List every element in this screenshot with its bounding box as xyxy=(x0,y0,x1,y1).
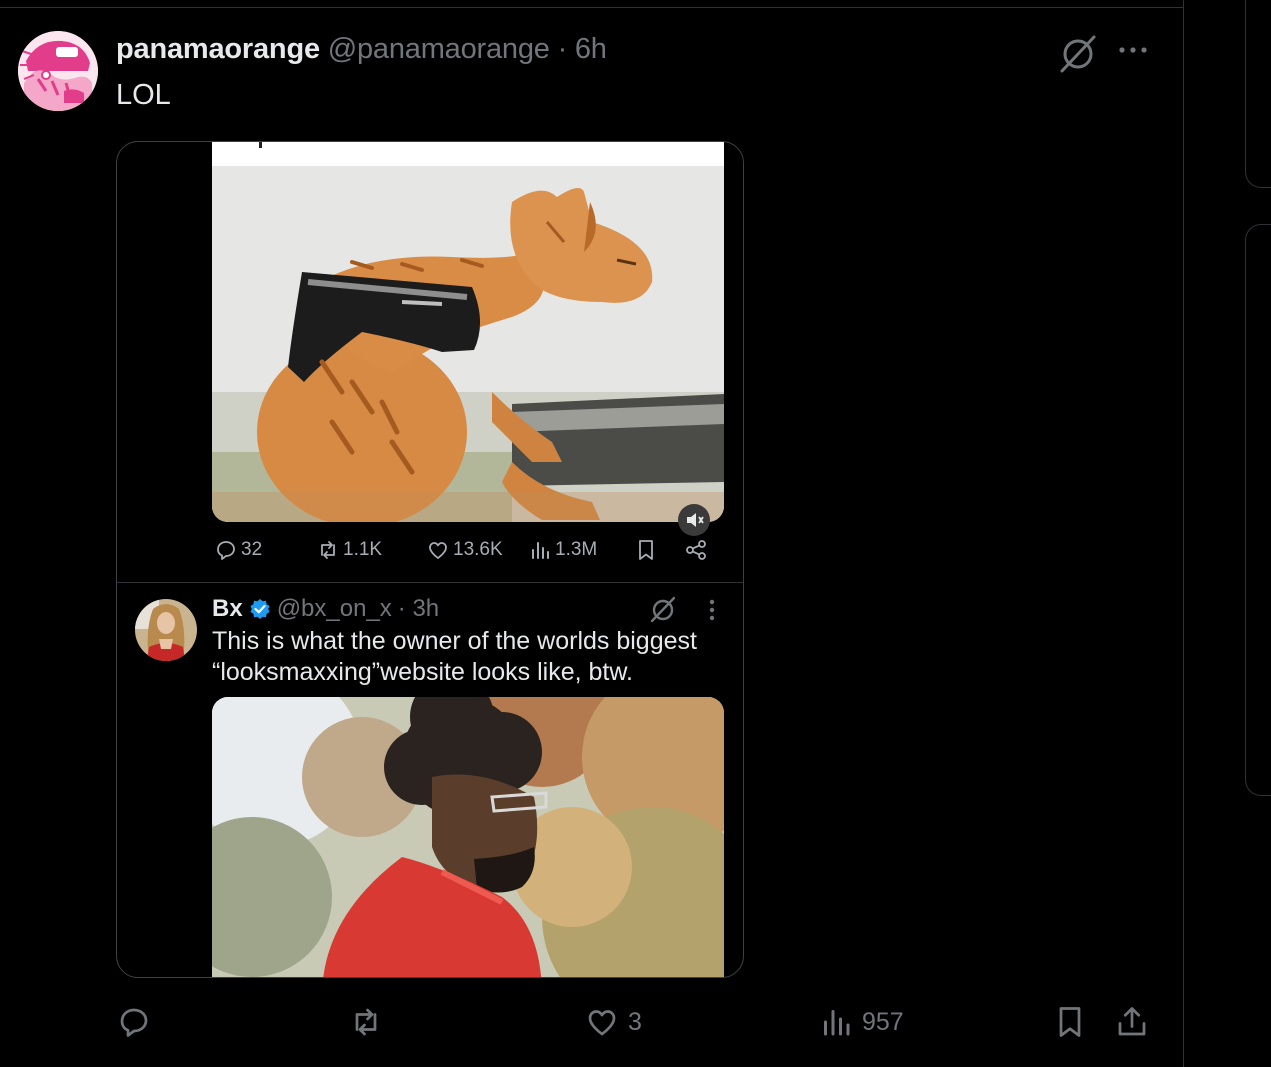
bookmark-button[interactable] xyxy=(1052,1004,1088,1040)
share-button[interactable] xyxy=(1114,1004,1150,1040)
like-icon xyxy=(588,1010,616,1036)
quoted-like-count: 13.6K xyxy=(453,539,503,560)
avatar-image xyxy=(18,31,98,111)
quoted-action-bar: 32 1.1K 13.6K 1.3M xyxy=(212,538,724,562)
top-divider xyxy=(0,7,1183,8)
quoted-views[interactable]: 1.3M xyxy=(528,538,597,562)
quoted-author-name[interactable]: Bx xyxy=(212,595,243,623)
quoted-post-time[interactable]: · 3h xyxy=(398,595,439,623)
quoted-reply-count: 32 xyxy=(241,539,263,560)
quoted-divider xyxy=(117,582,743,583)
more-icon[interactable] xyxy=(701,596,723,624)
cat-video-frame xyxy=(212,142,724,522)
quoted-like[interactable]: 13.6K xyxy=(426,538,503,562)
quoted-views-count: 1.3M xyxy=(555,539,598,560)
quoted-reply[interactable]: 32 xyxy=(214,538,262,562)
share-icon xyxy=(686,540,706,560)
post-header: panamaorange @panamaorange · 6h xyxy=(116,33,607,66)
quoted-post[interactable]: 32 1.1K 13.6K 1.3M Bx @bx_on_x · 3h This… xyxy=(116,141,744,978)
avatar[interactable] xyxy=(135,599,197,661)
views-count: 957 xyxy=(862,1007,904,1036)
right-sidebar-panel xyxy=(1245,224,1271,796)
grok-icon[interactable] xyxy=(649,595,677,623)
photo-media[interactable] xyxy=(212,697,724,977)
quoted-share[interactable] xyxy=(684,538,708,562)
quoted-post-text: This is what the owner of the worlds big… xyxy=(212,627,697,686)
views-button[interactable]: 957 xyxy=(818,1004,904,1040)
grok-icon[interactable] xyxy=(1058,33,1098,73)
bookmark-icon xyxy=(639,540,653,560)
share-icon xyxy=(1118,1007,1146,1036)
like-icon xyxy=(429,542,447,559)
quoted-bookmark[interactable] xyxy=(634,538,658,562)
author-name[interactable]: panamaorange xyxy=(116,33,320,65)
mute-button[interactable] xyxy=(678,504,710,536)
column-divider xyxy=(1183,0,1184,1067)
repost-icon xyxy=(321,541,335,559)
right-sidebar-panel xyxy=(1245,0,1271,188)
views-icon xyxy=(532,542,549,559)
bookmark-icon xyxy=(1059,1007,1081,1037)
reply-icon xyxy=(120,1008,148,1037)
quoted-repost-count: 1.1K xyxy=(343,539,383,560)
post-action-bar: 3 957 xyxy=(0,1004,1183,1044)
quoted-author-handle[interactable]: @bx_on_x xyxy=(277,595,392,623)
reply-button[interactable] xyxy=(116,1004,152,1040)
post-text: LOL xyxy=(116,79,171,111)
mute-icon xyxy=(687,513,704,527)
views-icon xyxy=(824,1010,850,1036)
more-icon[interactable] xyxy=(1116,38,1150,62)
man-photo xyxy=(212,697,724,977)
inner-avatar-image xyxy=(135,599,197,661)
avatar[interactable] xyxy=(18,31,98,111)
reply-icon xyxy=(217,541,235,560)
like-count: 3 xyxy=(628,1007,642,1036)
like-button[interactable]: 3 xyxy=(584,1004,642,1040)
verified-badge-icon xyxy=(250,599,270,619)
video-media[interactable] xyxy=(212,142,724,522)
quoted-post-header: Bx @bx_on_x · 3h xyxy=(212,595,439,623)
post-time[interactable]: · 6h xyxy=(558,33,607,65)
repost-icon xyxy=(355,1008,377,1036)
quoted-repost[interactable]: 1.1K xyxy=(316,538,382,562)
author-handle[interactable]: @panamaorange xyxy=(328,33,550,65)
repost-button[interactable] xyxy=(348,1004,384,1040)
